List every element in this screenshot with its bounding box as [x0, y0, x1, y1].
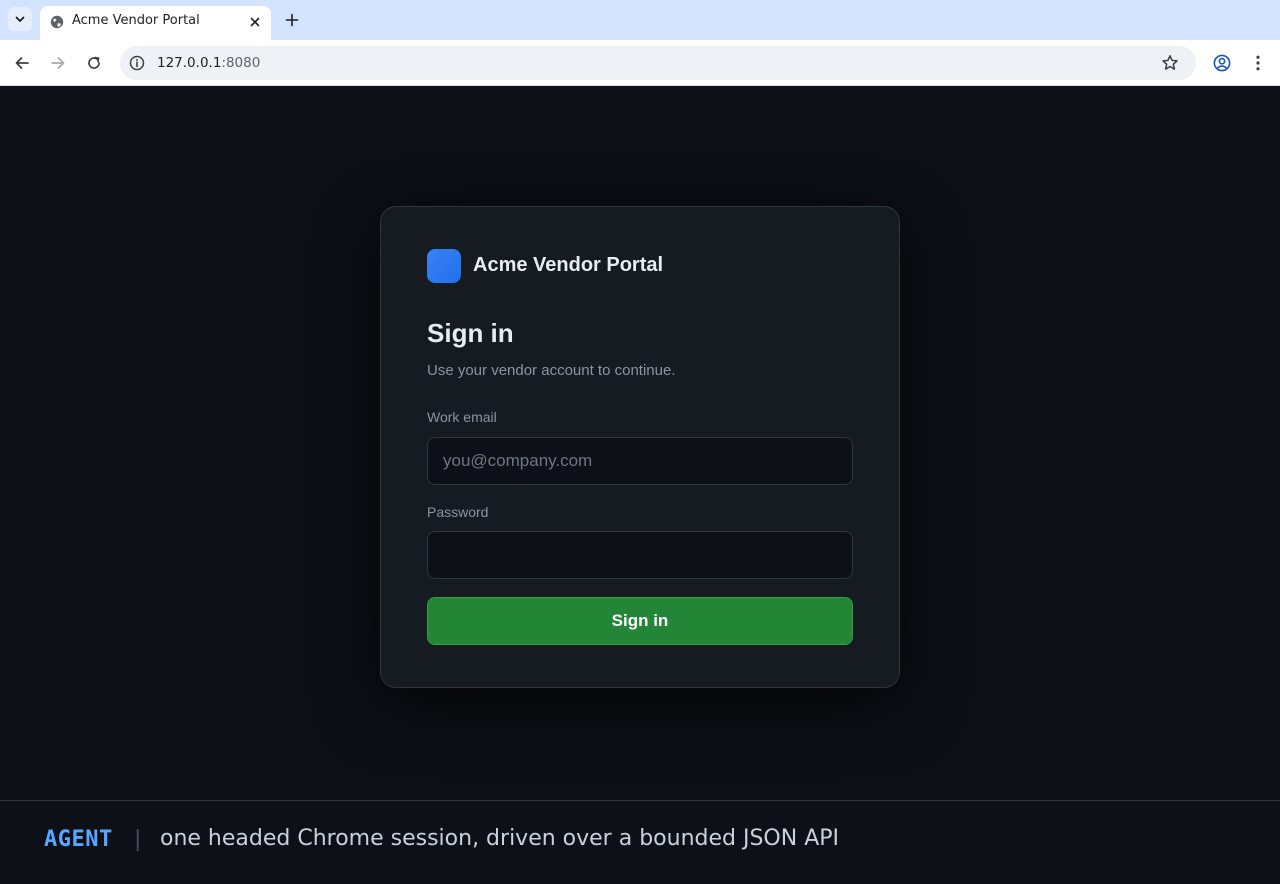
caption-text: one headed Chrome session, driven over a… — [160, 826, 839, 851]
bookmark-button[interactable] — [1160, 53, 1180, 73]
reload-icon — [88, 56, 100, 69]
new-tab-button[interactable] — [282, 10, 302, 30]
page-viewport: Acme Vendor Portal Sign in Use your vend… — [0, 87, 1280, 800]
page-title: Sign in — [427, 318, 514, 348]
back-button[interactable] — [10, 51, 34, 75]
plus-icon — [285, 13, 299, 27]
password-label: Password — [427, 504, 489, 520]
browser-tab-strip: Acme Vendor Portal — [0, 0, 1280, 40]
brand-name: Acme Vendor Portal — [473, 254, 664, 276]
caption-separator: | — [134, 827, 142, 852]
address-bar[interactable]: 127.0.0.1:8080 — [120, 46, 1196, 80]
info-icon — [129, 55, 145, 71]
reload-button[interactable] — [82, 51, 106, 75]
tab-close-button[interactable] — [246, 13, 264, 31]
arrow-left-icon — [15, 57, 29, 69]
page-subtitle: Use your vendor account to continue. — [427, 362, 676, 379]
login-card: Acme Vendor Portal Sign in Use your vend… — [380, 206, 900, 688]
caption-bar: AGENT | one headed Chrome session, drive… — [0, 800, 1280, 884]
site-info-button[interactable] — [128, 54, 146, 72]
tab-search-button[interactable] — [8, 7, 32, 31]
email-field[interactable] — [427, 437, 853, 485]
kebab-menu-icon — [1256, 55, 1260, 71]
tab-title: Acme Vendor Portal — [72, 13, 200, 28]
forward-button[interactable] — [46, 51, 70, 75]
chevron-down-icon — [15, 16, 25, 22]
star-icon — [1162, 55, 1178, 70]
globe-icon — [50, 15, 64, 29]
profile-icon — [1213, 54, 1231, 72]
url-host: 127.0.0.1 — [157, 55, 222, 71]
sign-in-button[interactable]: Sign in — [427, 597, 853, 645]
email-label: Work email — [427, 409, 497, 425]
close-icon — [250, 17, 260, 27]
browser-menu-button[interactable] — [1246, 51, 1270, 75]
url-port: :8080 — [221, 55, 261, 71]
brand-logo — [427, 249, 461, 283]
browser-tab-active[interactable]: Acme Vendor Portal — [40, 6, 271, 40]
caption-tag: AGENT — [44, 827, 113, 852]
browser-toolbar: 127.0.0.1:8080 — [0, 40, 1280, 86]
password-field[interactable] — [427, 531, 853, 579]
url-text: 127.0.0.1:8080 — [157, 54, 260, 72]
arrow-right-icon — [51, 57, 65, 69]
profile-button[interactable] — [1210, 51, 1234, 75]
